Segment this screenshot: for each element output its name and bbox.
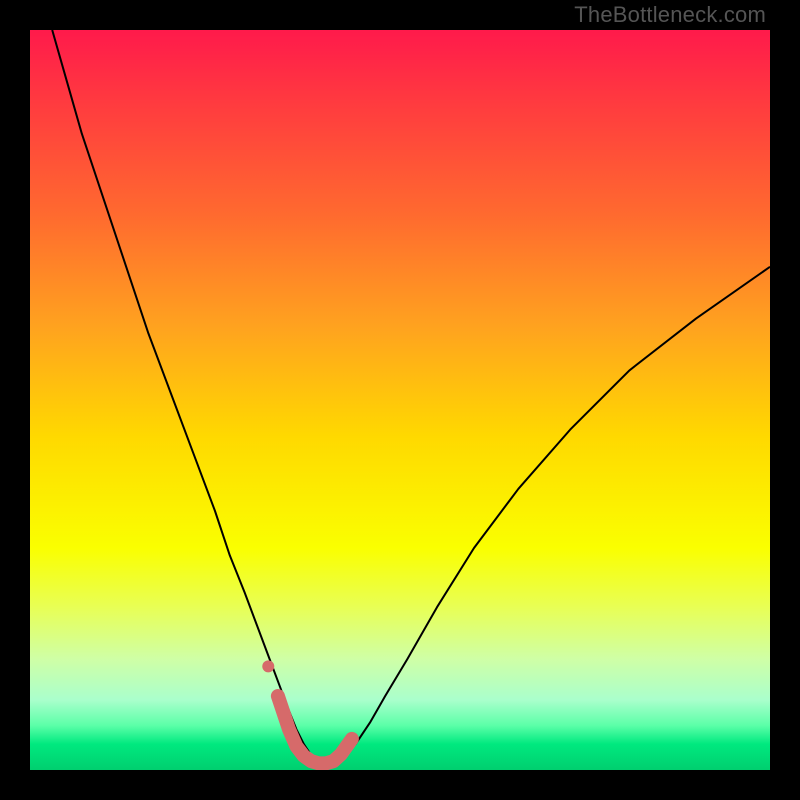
chart-svg — [30, 30, 770, 770]
optimal-range-marker — [278, 696, 352, 763]
optimal-dot — [262, 660, 274, 672]
plot-area — [30, 30, 770, 770]
bottleneck-curve — [52, 30, 770, 766]
watermark-text: TheBottleneck.com — [574, 2, 766, 28]
chart-frame: TheBottleneck.com — [0, 0, 800, 800]
